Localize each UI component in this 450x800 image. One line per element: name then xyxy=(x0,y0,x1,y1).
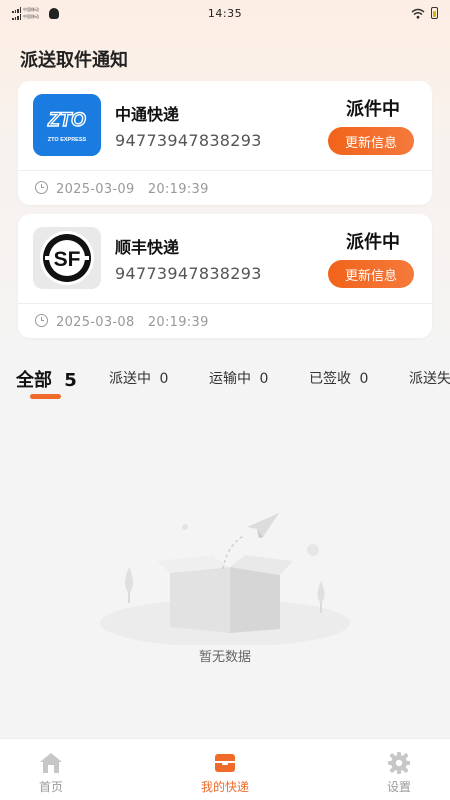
delivery-card[interactable]: ZTO ZTO EXPRESS 中通快递 94773947838293 派件中 … xyxy=(18,81,432,205)
tab-bar-my-packages[interactable]: 我的快递 xyxy=(180,739,270,800)
tab-in-transit[interactable]: 运输中 0 xyxy=(209,368,268,388)
zto-logo-subtext: ZTO EXPRESS xyxy=(48,137,87,143)
delivery-status: 派件中 xyxy=(346,99,400,120)
update-info-button[interactable]: 更新信息 xyxy=(328,260,414,288)
battery-icon xyxy=(431,7,438,19)
status-time: 14:35 xyxy=(207,6,243,20)
tab-label: 派送失 xyxy=(409,371,450,387)
tab-count: 0 xyxy=(159,371,169,387)
tab-bar-label: 设置 xyxy=(386,780,411,794)
page-title: 派送取件通知 xyxy=(20,50,128,71)
tab-delivering[interactable]: 派送中 0 xyxy=(109,368,168,388)
home-icon xyxy=(40,753,62,773)
timestamp-row: 2025-03-09 20:19:39 xyxy=(35,178,209,197)
zto-logo-text: ZTO xyxy=(47,110,86,131)
empty-box-illustration xyxy=(100,513,350,645)
tracking-number: 94773947838293 xyxy=(115,131,262,150)
clock-icon xyxy=(35,314,48,327)
clock-icon xyxy=(35,181,48,194)
tab-bar-label: 首页 xyxy=(38,780,63,794)
tab-all[interactable]: 全部 5 xyxy=(16,366,77,392)
sf-logo: SF xyxy=(33,227,101,289)
tab-label: 运输中 xyxy=(209,371,251,387)
courier-name: 中通快递 xyxy=(115,105,180,124)
tab-bar-label: 我的快递 xyxy=(200,780,249,794)
tab-delivery-failed[interactable]: 派送失 xyxy=(409,368,450,388)
tab-active-indicator xyxy=(30,394,61,399)
timestamp: 2025-03-09 20:19:39 xyxy=(56,182,209,197)
delivery-status: 派件中 xyxy=(346,232,400,253)
tab-count: 5 xyxy=(64,370,77,391)
timestamp: 2025-03-08 20:19:39 xyxy=(56,315,209,330)
tab-bar-settings[interactable]: 设置 xyxy=(354,739,444,800)
card-divider xyxy=(18,170,432,171)
timestamp-row: 2025-03-08 20:19:39 xyxy=(35,311,209,330)
tab-label: 已签收 xyxy=(309,371,351,387)
tab-label: 派送中 xyxy=(109,371,151,387)
package-icon xyxy=(215,754,235,772)
delivery-card[interactable]: SF 顺丰快递 94773947838293 派件中 更新信息 2025-03-… xyxy=(18,214,432,338)
card-divider xyxy=(18,303,432,304)
zto-logo: ZTO ZTO EXPRESS xyxy=(33,94,101,156)
filter-tabs: 全部 5 派送中 0 运输中 0 已签收 0 派送失 xyxy=(0,362,450,402)
update-info-button[interactable]: 更新信息 xyxy=(328,127,414,155)
tab-label: 全部 xyxy=(16,370,52,391)
tab-count: 0 xyxy=(359,371,369,387)
tracking-number: 94773947838293 xyxy=(115,264,262,283)
tab-signed[interactable]: 已签收 0 xyxy=(309,368,368,388)
courier-name: 顺丰快递 xyxy=(115,238,180,257)
empty-state-text: 暂无数据 xyxy=(198,650,251,665)
status-bar: 中国移动 中国移动 14:35 xyxy=(0,0,450,26)
tab-bar-home[interactable]: 首页 xyxy=(6,739,96,800)
gear-icon xyxy=(388,752,410,774)
tab-count: 0 xyxy=(259,371,269,387)
bottom-tab-bar: 首页 我的快递 设置 xyxy=(0,738,450,800)
sf-logo-text: SF xyxy=(54,248,81,271)
